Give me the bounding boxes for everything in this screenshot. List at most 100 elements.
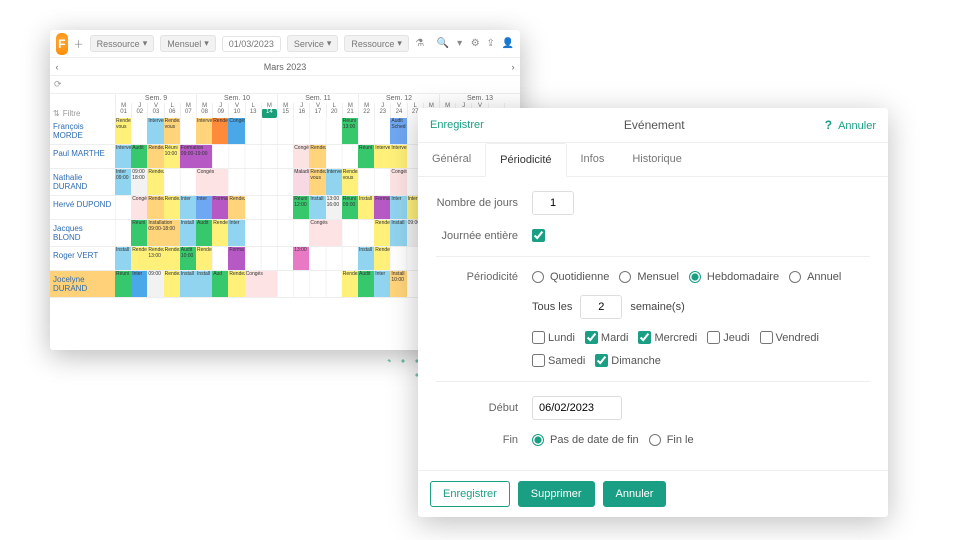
resource-name[interactable]: Paul MARTHE <box>50 145 115 168</box>
resource-name[interactable]: Roger VERT <box>50 247 115 270</box>
allday-checkbox[interactable] <box>532 229 545 242</box>
tab-periodicite[interactable]: Périodicité <box>485 143 566 177</box>
day-number[interactable]: 20 <box>326 109 342 118</box>
event-block[interactable]: Rendez <box>228 196 244 219</box>
add-icon[interactable]: ＋ <box>74 35 84 53</box>
resource-dropdown[interactable]: Ressource ▾ <box>90 35 155 52</box>
event-block[interactable]: Audit <box>196 220 212 246</box>
day-number[interactable]: 24 <box>390 109 406 118</box>
weekday-sat[interactable]: Samedi <box>532 354 585 367</box>
period-dropdown[interactable]: Mensuel ▾ <box>160 35 216 52</box>
start-input[interactable] <box>532 396 622 420</box>
event-block[interactable]: Rendez <box>196 247 212 270</box>
day-number[interactable]: 16 <box>293 109 309 118</box>
export-icon[interactable]: ⇪ <box>486 35 496 53</box>
event-block[interactable]: Forma <box>374 196 390 219</box>
resource-name[interactable]: François MORDE <box>50 118 115 144</box>
event-block[interactable]: Réuni 10:00 <box>164 145 180 168</box>
event-block[interactable]: Réuni 12:00 <box>293 196 309 219</box>
tab-general[interactable]: Général <box>418 143 485 176</box>
event-block[interactable]: Rendez <box>374 220 390 246</box>
event-block[interactable]: Formation 09:00-19:00 <box>180 145 212 168</box>
tab-historique[interactable]: Historique <box>618 143 696 176</box>
weekday-tue[interactable]: Mardi <box>585 331 629 344</box>
event-block[interactable]: Forma <box>212 196 228 219</box>
refresh-icon[interactable]: ⟳ <box>54 79 62 90</box>
day-number[interactable]: 10 <box>228 109 244 118</box>
help-icon[interactable]: ? <box>825 118 832 132</box>
sort-icon[interactable]: ⇅ <box>53 109 60 118</box>
event-block[interactable]: Install <box>115 247 131 270</box>
event-block[interactable]: Install <box>180 271 196 297</box>
event-block[interactable]: Audit Sched <box>390 118 406 144</box>
event-block[interactable]: Install <box>180 220 196 246</box>
day-number[interactable]: 15 <box>277 109 293 118</box>
event-block[interactable]: Réuni 09:00 <box>342 196 358 219</box>
resource-name[interactable]: Hervé DUPOND <box>50 196 115 219</box>
event-block[interactable]: Rendez <box>374 247 390 270</box>
event-block[interactable]: Rendez <box>164 196 180 219</box>
freq-monthly[interactable]: Mensuel <box>619 271 679 283</box>
event-block[interactable]: Install <box>196 271 212 297</box>
freq-yearly[interactable]: Annuel <box>789 271 841 283</box>
event-block[interactable]: Audit <box>131 145 147 168</box>
delete-button[interactable]: Supprimer <box>518 481 595 507</box>
gear-icon[interactable]: ⚙ <box>470 35 480 53</box>
resource-name[interactable]: Jocelyne DURAND <box>50 271 115 297</box>
service-dropdown[interactable]: Service ▾ <box>287 35 339 52</box>
event-block[interactable]: Audit <box>358 271 374 297</box>
event-block[interactable]: 09:00 18:00 <box>131 169 147 195</box>
end-endson[interactable]: Fin le <box>649 434 694 446</box>
event-block[interactable]: Maladie <box>293 169 309 195</box>
weekday-fri[interactable]: Vendredi <box>760 331 819 344</box>
resource-name[interactable]: Jacques BLOND <box>50 220 115 246</box>
event-block[interactable]: Rendez <box>309 145 325 168</box>
date-input[interactable]: 01/03/2023 <box>222 36 281 52</box>
save-top-link[interactable]: Enregistrer <box>430 119 484 131</box>
filter-icon[interactable]: ⚗ <box>415 35 425 53</box>
user-icon[interactable]: 👤 <box>502 35 514 53</box>
day-number[interactable]: 21 <box>342 109 358 118</box>
weekday-sun[interactable]: Dimanche <box>595 354 661 367</box>
event-block[interactable]: Install <box>309 196 325 219</box>
resource-name[interactable]: Nathalie DURAND <box>50 169 115 195</box>
event-block[interactable]: Rendez <box>147 169 163 195</box>
event-block[interactable]: Inter 09:00 <box>115 169 131 195</box>
event-block[interactable]: 13:00 <box>293 247 309 270</box>
prev-month[interactable]: ‹ <box>50 62 64 72</box>
event-block[interactable]: Inter <box>131 271 147 297</box>
event-block[interactable]: Rendez <box>342 271 358 297</box>
event-block[interactable]: Aud <box>212 271 228 297</box>
event-block[interactable]: Rendez <box>164 271 180 297</box>
weekday-mon[interactable]: Lundi <box>532 331 575 344</box>
cancel-top-link[interactable]: Annuler <box>838 120 876 132</box>
event-block[interactable]: Réuni <box>358 145 374 168</box>
weekday-wed[interactable]: Mercredi <box>638 331 697 344</box>
event-block[interactable]: Rendez-vous <box>164 118 180 144</box>
search-icon[interactable]: 🔍 <box>436 35 448 53</box>
day-number[interactable]: 22 <box>358 109 374 118</box>
event-block[interactable]: Congés <box>228 118 244 144</box>
event-block[interactable]: 13:00 16:00 <box>326 196 342 219</box>
event-block[interactable]: Inter <box>196 196 212 219</box>
event-block[interactable]: Inter <box>390 196 406 219</box>
cancel-button[interactable]: Annuler <box>603 481 667 507</box>
every-input[interactable] <box>580 295 622 319</box>
event-block[interactable]: Rendez <box>212 220 228 246</box>
event-block[interactable]: Inter <box>180 196 196 219</box>
event-block[interactable]: Intervention <box>115 145 131 168</box>
event-block[interactable]: Réuni <box>115 271 131 297</box>
freq-weekly[interactable]: Hebdomadaire <box>689 271 779 283</box>
event-block[interactable]: Rendez <box>147 196 163 219</box>
event-block[interactable]: Rendez <box>212 118 228 144</box>
event-block[interactable]: Install 10:00 <box>390 271 406 297</box>
day-number[interactable]: 14 <box>261 109 277 118</box>
day-number[interactable]: 09 <box>212 109 228 118</box>
event-block[interactable]: Intervention <box>147 118 163 144</box>
day-number[interactable]: 23 <box>374 109 390 118</box>
event-block[interactable]: Rendez-vous <box>309 169 325 195</box>
event-block[interactable]: Rendez <box>147 145 163 168</box>
event-block[interactable]: Congés <box>196 169 228 195</box>
freq-daily[interactable]: Quotidienne <box>532 271 609 283</box>
event-block[interactable]: Intervention <box>196 118 212 144</box>
